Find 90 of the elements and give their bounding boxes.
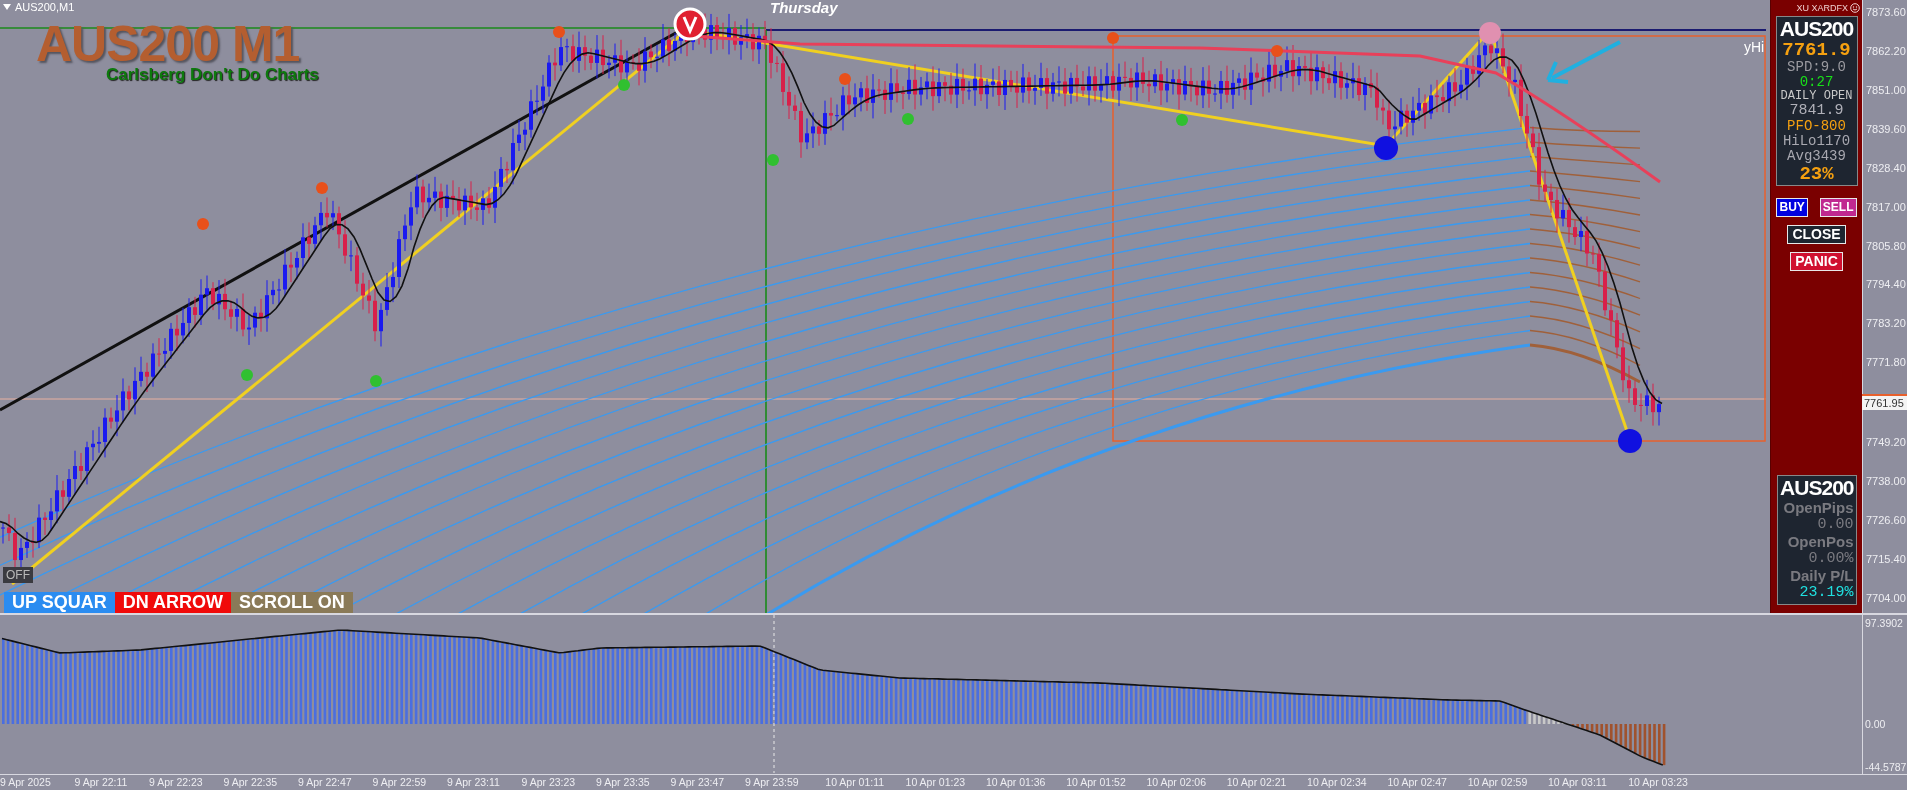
current-price-label: 7761.95 <box>1861 394 1907 411</box>
time-tick: 9 Apr 22:47 <box>298 775 353 789</box>
mode-button[interactable]: UP SQUAR <box>4 592 115 613</box>
daily-open-label: DAILY OPEN <box>1780 90 1853 103</box>
time-tick: 9 Apr 2025 <box>0 775 52 789</box>
chart-title: AUS200 M1 <box>36 24 300 64</box>
pivot-dot <box>1618 429 1642 453</box>
average-value: Avg3439 <box>1787 149 1846 164</box>
time-tick: 9 Apr 23:23 <box>521 775 577 789</box>
line-label: yHi <box>1744 40 1765 55</box>
oscillator-tick: -44.5787 <box>1864 760 1907 774</box>
price-tick: 7839.60 <box>1865 121 1907 136</box>
time-tick: 9 Apr 22:11 <box>74 775 129 789</box>
time-tick: 9 Apr 23:11 <box>447 775 501 789</box>
time-tick: 9 Apr 23:59 <box>745 775 800 789</box>
timer-value: 0:27 <box>1799 75 1834 90</box>
price-tick: 7805.80 <box>1865 238 1907 253</box>
oscillator-tick: 0.00 <box>1864 717 1887 731</box>
time-tick: 10 Apr 01:11 <box>825 775 886 789</box>
price-tick: 7771.80 <box>1865 355 1907 370</box>
price-tick: 7851.00 <box>1865 82 1907 97</box>
time-tick: 10 Apr 02:06 <box>1146 775 1208 789</box>
time-tick: 10 Apr 02:21 <box>1226 775 1288 789</box>
spread-value: SPD:9.0 <box>1787 60 1846 75</box>
time-tick: 9 Apr 22:23 <box>149 775 204 789</box>
price-tick: 7738.00 <box>1865 474 1907 489</box>
day-label: Thursday <box>770 0 838 16</box>
swing-high-dot <box>197 218 209 230</box>
swing-low-dot <box>370 375 382 387</box>
swing-low-dot <box>1176 114 1188 126</box>
time-tick: 10 Apr 03:23 <box>1628 775 1689 789</box>
summary-label: OpenPips <box>1783 499 1854 516</box>
summary-label: Daily P/L <box>1790 567 1854 584</box>
price-value: 7761.9 <box>1782 40 1851 60</box>
summary-label: OpenPos <box>1787 533 1854 550</box>
time-tick: 10 Apr 03:11 <box>1547 775 1608 789</box>
off-toggle[interactable]: OFF <box>3 567 33 583</box>
summary-value: 0.00% <box>1808 550 1854 567</box>
price-tick: 7828.40 <box>1865 160 1907 175</box>
pivot-dot <box>1374 136 1398 160</box>
summary-symbol: AUS200 <box>1780 477 1854 499</box>
price-tick: 7794.40 <box>1865 277 1907 292</box>
swing-low-dot <box>767 154 779 166</box>
summary-value: 0.00 <box>1817 516 1854 533</box>
swing-low-dot <box>902 113 914 125</box>
swing-high-dot <box>553 26 565 38</box>
price-tick: 7873.60 <box>1865 5 1907 19</box>
broker-name: XU XARDFX <box>1796 3 1848 13</box>
time-tick: 9 Apr 23:47 <box>670 775 726 789</box>
time-tick: 10 Apr 01:52 <box>1066 775 1127 789</box>
price-tick: 7783.20 <box>1865 316 1907 331</box>
dropdown-icon[interactable] <box>3 4 11 10</box>
pfo-value: PFO-800 <box>1787 119 1846 134</box>
daily-open-value: 7841.9 <box>1789 103 1844 119</box>
time-tick: 9 Apr 22:35 <box>223 775 279 789</box>
swing-high-dot <box>1107 32 1119 44</box>
pivot-dot <box>1479 22 1501 44</box>
hilo-value: HiLo1170 <box>1782 134 1851 149</box>
swing-high-dot <box>316 182 328 194</box>
price-tick: 7715.40 <box>1865 551 1907 566</box>
chart-subtitle: Carlsberg Don't Do Charts <box>106 66 319 84</box>
panic-button[interactable]: PANIC <box>1790 252 1843 271</box>
buy-button[interactable]: BUY <box>1776 198 1808 217</box>
sell-button[interactable]: SELL <box>1819 198 1857 217</box>
time-tick: 9 Apr 22:59 <box>372 775 428 789</box>
swing-high-dot <box>1271 45 1283 57</box>
summary-value: 23.19% <box>1799 584 1854 601</box>
swing-low-dot <box>618 79 630 91</box>
panel-symbol: AUS200 <box>1779 18 1854 40</box>
time-tick: 9 Apr 23:35 <box>596 775 651 789</box>
time-tick: 10 Apr 02:34 <box>1307 775 1368 789</box>
price-tick: 7817.00 <box>1865 199 1907 214</box>
oscillator-tick: 97.3902 <box>1864 616 1904 630</box>
chart-symbol: AUS200,M1 <box>15 1 75 13</box>
mode-button[interactable]: SCROLL ON <box>231 592 353 613</box>
time-tick: 10 Apr 02:47 <box>1387 775 1448 789</box>
price-tick: 7862.20 <box>1865 43 1907 58</box>
close-button[interactable]: CLOSE <box>1787 225 1846 244</box>
swing-high-dot <box>839 73 851 85</box>
signal-marker-icon <box>673 7 707 41</box>
percent-value: 23% <box>1799 164 1834 184</box>
time-tick: 10 Apr 02:59 <box>1467 775 1529 789</box>
swing-low-dot <box>241 369 253 381</box>
price-tick: 7704.00 <box>1865 590 1907 605</box>
mode-button[interactable]: DN ARROW <box>114 592 231 613</box>
price-tick: 7749.20 <box>1865 435 1907 450</box>
time-tick: 10 Apr 01:36 <box>985 775 1047 789</box>
smiley-icon <box>1850 3 1860 13</box>
price-tick: 7726.60 <box>1865 513 1907 527</box>
time-tick: 10 Apr 01:23 <box>905 775 967 789</box>
